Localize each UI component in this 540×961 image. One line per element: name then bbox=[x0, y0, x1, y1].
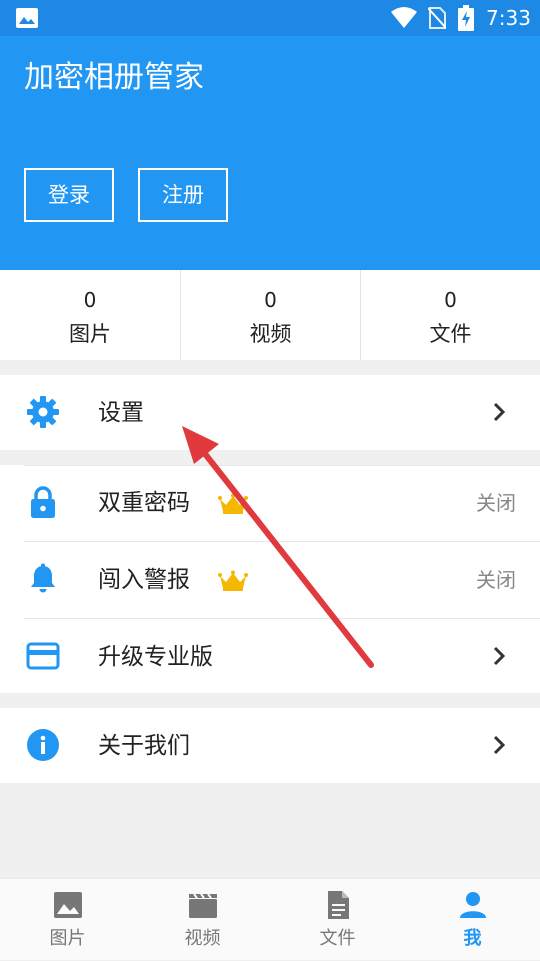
chevron-right-icon bbox=[493, 735, 506, 755]
menu-item-label: 双重密码 bbox=[98, 490, 190, 516]
menu-item-label: 设置 bbox=[98, 400, 144, 426]
menu-item-about[interactable]: 关于我们 bbox=[0, 708, 540, 783]
settings-card: 设置 bbox=[0, 375, 540, 450]
nav-tab-files[interactable]: 文件 bbox=[270, 879, 405, 961]
lock-icon bbox=[31, 486, 55, 518]
info-icon bbox=[27, 729, 59, 761]
security-card: 双重密码 关闭 闯入警报 关闭 升级专业版 bbox=[0, 465, 540, 693]
nav-tab-images[interactable]: 图片 bbox=[0, 879, 135, 961]
stat-files[interactable]: 0 文件 bbox=[360, 270, 540, 360]
menu-item-status: 关闭 bbox=[476, 568, 516, 592]
bottom-navigation: 图片 视频 文件 我 bbox=[0, 878, 540, 960]
image-icon bbox=[53, 892, 82, 918]
stats-row: 0 图片 0 视频 0 文件 bbox=[0, 270, 540, 360]
register-button[interactable]: 注册 bbox=[138, 168, 228, 222]
stat-count: 0 bbox=[83, 288, 97, 312]
stat-label: 图片 bbox=[69, 322, 111, 346]
nav-tab-me[interactable]: 我 bbox=[405, 879, 540, 961]
menu-item-upgrade[interactable]: 升级专业版 bbox=[24, 618, 540, 695]
profile-header: 7:33 加密相册管家 登录 注册 bbox=[0, 0, 540, 270]
crown-icon bbox=[218, 570, 248, 591]
chevron-right-icon bbox=[493, 646, 506, 666]
status-bar: 7:33 bbox=[0, 0, 540, 36]
stat-images[interactable]: 0 图片 bbox=[0, 270, 180, 360]
credit-card-icon bbox=[26, 642, 60, 670]
menu-item-double-password[interactable]: 双重密码 关闭 bbox=[0, 465, 540, 541]
menu-item-settings[interactable]: 设置 bbox=[0, 375, 540, 450]
nav-tab-videos[interactable]: 视频 bbox=[135, 879, 270, 961]
menu-item-label: 关于我们 bbox=[98, 733, 190, 759]
nav-label: 视频 bbox=[184, 928, 221, 949]
stat-label: 文件 bbox=[429, 322, 472, 346]
video-icon bbox=[188, 893, 217, 918]
menu-item-label: 升级专业版 bbox=[98, 644, 213, 670]
menu-item-label: 闯入警报 bbox=[98, 567, 190, 593]
crown-icon bbox=[218, 493, 248, 514]
gear-icon bbox=[27, 396, 59, 428]
nav-label: 图片 bbox=[49, 928, 86, 949]
person-icon bbox=[459, 892, 486, 918]
status-time: 7:33 bbox=[486, 6, 531, 30]
file-icon bbox=[327, 891, 349, 919]
nav-label: 文件 bbox=[319, 928, 356, 949]
stat-label: 视频 bbox=[249, 322, 292, 346]
app-title: 加密相册管家 bbox=[24, 60, 204, 95]
nav-label: 我 bbox=[463, 928, 482, 949]
wifi-icon bbox=[391, 7, 417, 28]
gallery-icon bbox=[16, 8, 38, 28]
chevron-right-icon bbox=[493, 402, 506, 422]
bell-icon bbox=[31, 563, 55, 593]
stat-count: 0 bbox=[264, 288, 277, 312]
about-card: 关于我们 bbox=[0, 708, 540, 783]
battery-charging-icon bbox=[458, 5, 474, 31]
menu-item-status: 关闭 bbox=[476, 491, 516, 515]
stat-count: 0 bbox=[444, 288, 457, 312]
no-sim-icon bbox=[428, 7, 446, 29]
login-button[interactable]: 登录 bbox=[24, 168, 114, 222]
stat-videos[interactable]: 0 视频 bbox=[180, 270, 360, 360]
menu-item-intrusion-alert[interactable]: 闯入警报 关闭 bbox=[24, 541, 540, 618]
